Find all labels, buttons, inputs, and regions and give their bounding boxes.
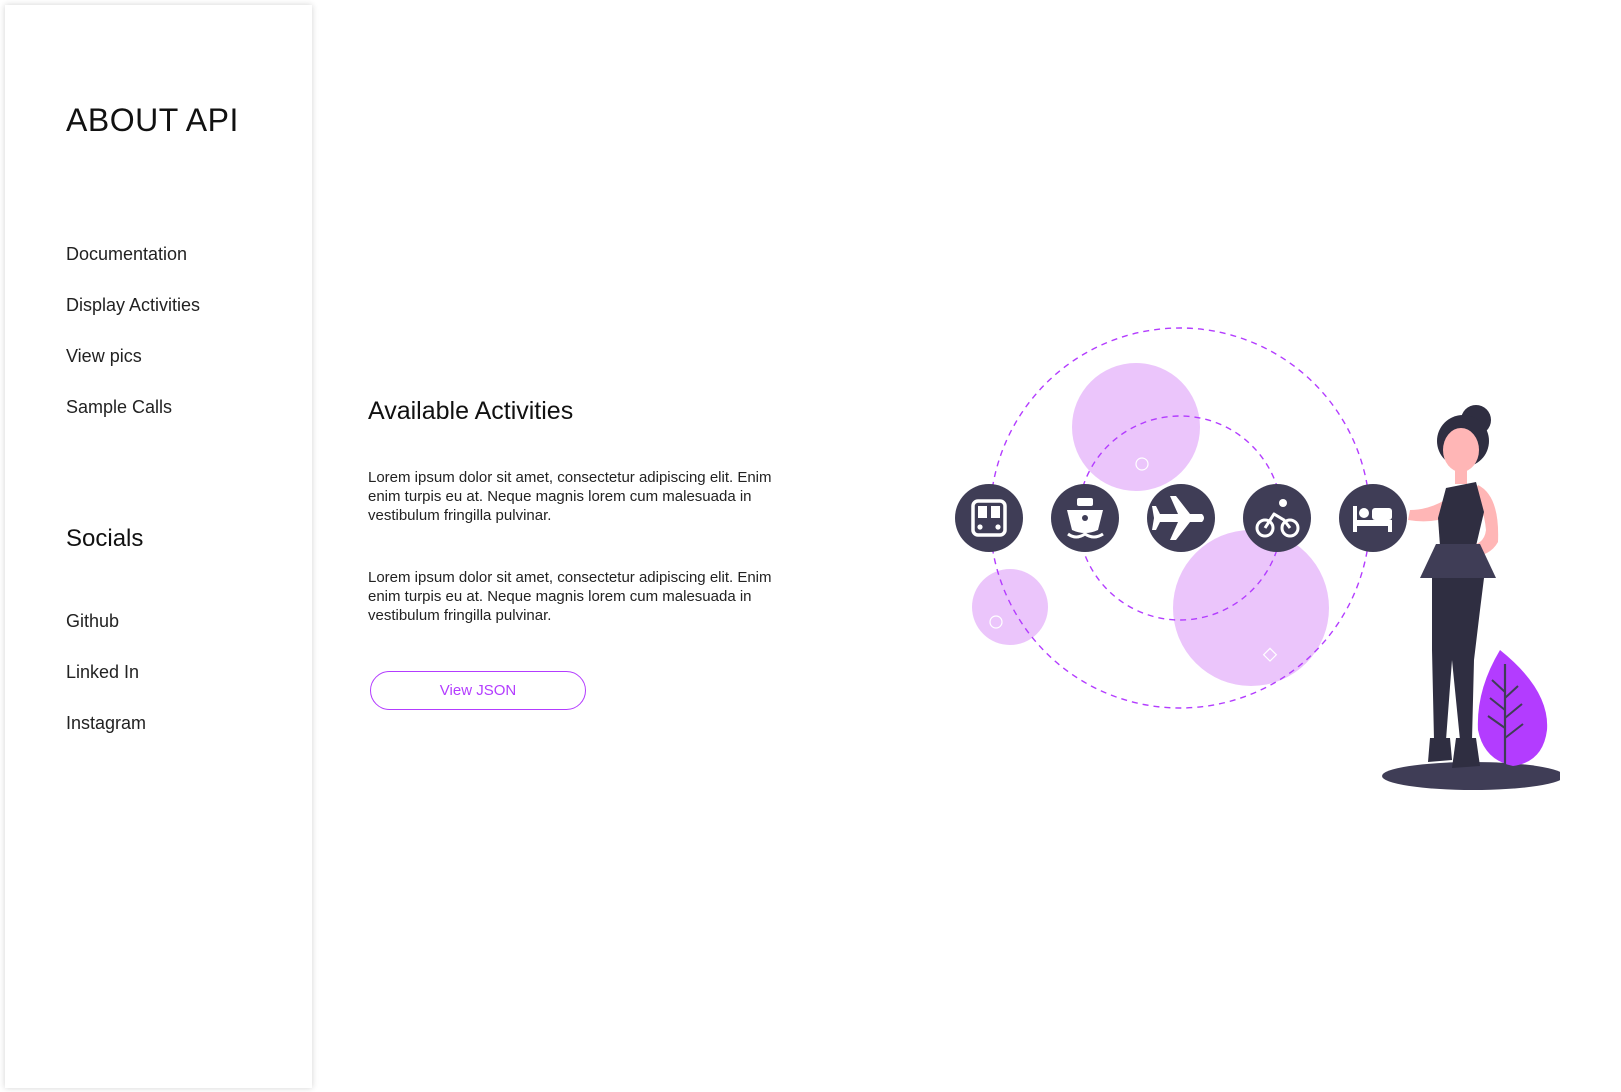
social-link-linkedin[interactable]: Linked In bbox=[66, 661, 146, 712]
bicycle-icon[interactable] bbox=[1243, 484, 1311, 552]
description-paragraph: Lorem ipsum dolor sit amet, consectetur … bbox=[368, 569, 772, 624]
bus-icon[interactable] bbox=[955, 484, 1023, 552]
social-link-github[interactable]: Github bbox=[66, 610, 146, 661]
socials-menu: Github Linked In Instagram bbox=[66, 610, 146, 763]
nav-item-sample-calls[interactable]: Sample Calls bbox=[66, 396, 200, 447]
nav-item-documentation[interactable]: Documentation bbox=[66, 243, 200, 294]
plant-icon bbox=[1477, 650, 1548, 766]
brand-title: ABOUT API bbox=[66, 102, 239, 138]
decor-bubble bbox=[1072, 363, 1200, 491]
view-json-button[interactable]: View JSON bbox=[370, 671, 586, 710]
decor-bubble bbox=[972, 569, 1048, 645]
page-title: Available Activities bbox=[368, 397, 574, 425]
decor-bubble bbox=[1173, 530, 1329, 686]
activities-illustration bbox=[955, 327, 1560, 790]
nav-item-display-activities[interactable]: Display Activities bbox=[66, 294, 200, 345]
airplane-icon[interactable] bbox=[1147, 484, 1215, 552]
ship-icon[interactable] bbox=[1051, 484, 1119, 552]
socials-heading: Socials bbox=[66, 525, 144, 552]
nav-menu: Documentation Display Activities View pi… bbox=[66, 243, 200, 447]
bed-icon[interactable] bbox=[1339, 484, 1407, 552]
nav-item-view-pics[interactable]: View pics bbox=[66, 345, 200, 396]
sidebar: ABOUT API Documentation Display Activiti… bbox=[5, 5, 312, 1088]
description-paragraph: Lorem ipsum dolor sit amet, consectetur … bbox=[368, 469, 772, 524]
social-link-instagram[interactable]: Instagram bbox=[66, 712, 146, 763]
